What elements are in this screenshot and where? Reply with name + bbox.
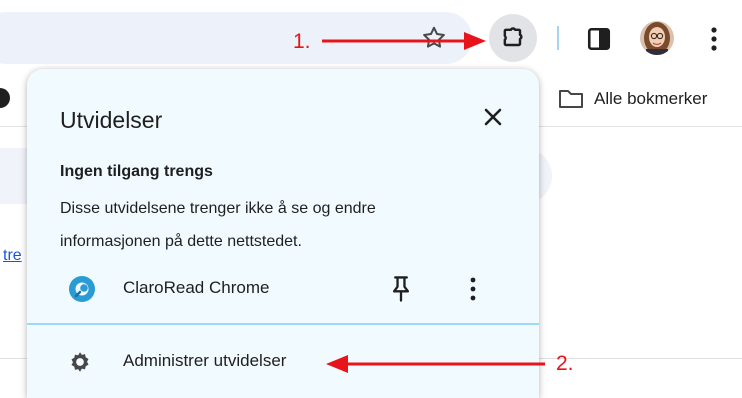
section-description: Disse utvidelsene trenger ikke å se og e… [60, 200, 376, 250]
vertical-dots-icon[interactable] [463, 274, 483, 304]
vertical-dots-icon[interactable] [704, 25, 724, 53]
toolbar-separator [557, 26, 559, 50]
all-bookmarks-label: Alle bokmerker [594, 89, 708, 108]
bookmark-item-partial[interactable] [0, 88, 10, 108]
pin-icon[interactable] [387, 274, 415, 304]
extension-item[interactable]: ClaroRead Chrome [27, 267, 539, 311]
annotation-label-1: 1. [293, 30, 311, 53]
popup-title: Utvidelser [60, 107, 163, 133]
folder-icon [559, 90, 583, 108]
extension-name: ClaroRead Chrome [123, 278, 270, 297]
claroread-icon [69, 276, 95, 302]
extensions-button[interactable] [489, 14, 537, 62]
address-bar[interactable] [0, 12, 472, 64]
profile-avatar[interactable] [640, 21, 674, 55]
side-panel-icon[interactable] [586, 26, 612, 52]
section-heading: Ingen tilgang trengs [60, 163, 213, 180]
star-outline-icon[interactable] [420, 24, 448, 52]
gear-icon [71, 352, 89, 372]
manage-extensions-button[interactable]: Administrer utvidelser [27, 337, 539, 387]
puzzle-icon [503, 27, 523, 47]
manage-extensions-label: Administrer utvidelser [123, 351, 287, 370]
annotation-label-2: 2. [556, 352, 574, 375]
popup-divider [27, 323, 539, 325]
browser-toolbar: 1. [0, 0, 742, 72]
page-link-fragment[interactable]: tre [3, 247, 27, 265]
extensions-popup: Utvidelser Ingen tilgang trengs Disse ut… [27, 69, 539, 398]
all-bookmarks-button[interactable]: Alle bokmerker [558, 88, 707, 110]
close-icon[interactable] [479, 103, 507, 131]
